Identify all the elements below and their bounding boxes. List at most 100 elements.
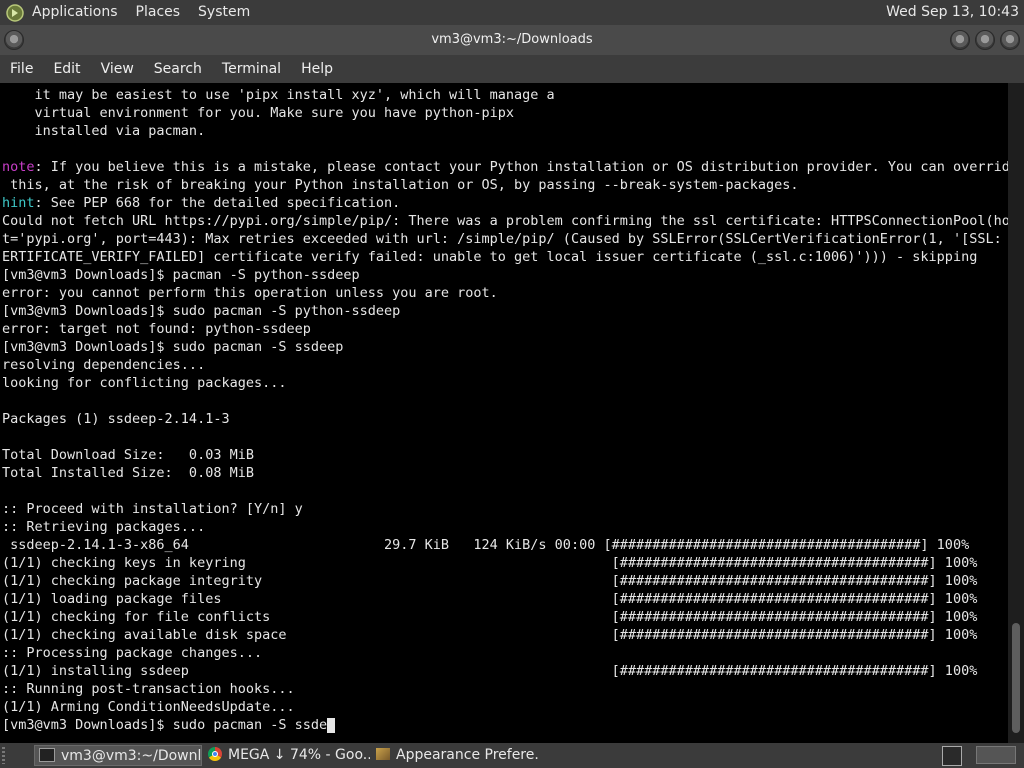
terminal-line-text: [vm3@vm3 Downloads]$ sudo pacman -S pyth… (2, 303, 401, 319)
window-title: vm3@vm3:~/Downloads (431, 32, 593, 47)
chrome-icon (208, 747, 222, 761)
terminal-line: ssdeep-2.14.1-3-x86_64 29.7 KiB 124 KiB/… (2, 536, 1008, 554)
menu-file[interactable]: File (0, 55, 43, 83)
terminal-line-text: :: Processing package changes... (2, 645, 263, 661)
terminal-line: :: Retrieving packages... (2, 518, 1008, 536)
mate-logo-icon[interactable] (6, 3, 24, 22)
terminal-line-text: : If you believe this is a mistake, plea… (34, 159, 1008, 175)
terminal-line: hint: See PEP 668 for the detailed speci… (2, 194, 1008, 212)
terminal-scrollbar[interactable] (1008, 83, 1024, 743)
terminal-line: virtual environment for you. Make sure y… (2, 104, 1008, 122)
maximize-button[interactable] (975, 30, 995, 50)
terminal-line: Could not fetch URL https://pypi.org/sim… (2, 212, 1008, 230)
terminal-line: :: Processing package changes... (2, 644, 1008, 662)
terminal-line: this, at the risk of breaking your Pytho… (2, 176, 1008, 194)
terminal-lines: it may be easiest to use 'pipx install x… (2, 86, 1008, 734)
terminal-line: ERTIFICATE_VERIFY_FAILED] certificate ve… (2, 248, 1008, 266)
terminal-line: looking for conflicting packages... (2, 374, 1008, 392)
scrollbar-thumb[interactable] (1012, 623, 1020, 733)
terminal-line: :: Proceed with installation? [Y/n] y (2, 500, 1008, 518)
terminal-line: [vm3@vm3 Downloads]$ pacman -S python-ss… (2, 266, 1008, 284)
terminal-line-text: :: Running post-transaction hooks... (2, 681, 295, 697)
terminal-line-text: this, at the risk of breaking your Pytho… (2, 177, 799, 193)
menu-search[interactable]: Search (144, 55, 212, 83)
terminal-line: t='pypi.org', port=443): Max retries exc… (2, 230, 1008, 248)
terminal-line: Total Download Size: 0.03 MiB (2, 446, 1008, 464)
terminal-line-text: (1/1) checking keys in keyring [########… (2, 555, 978, 571)
terminal-line: Packages (1) ssdeep-2.14.1-3 (2, 410, 1008, 428)
terminal-line: (1/1) checking package integrity [######… (2, 572, 1008, 590)
top-panel: Applications Places System Wed Sep 13, 1… (0, 0, 1024, 25)
clock[interactable]: Wed Sep 13, 10:43 (886, 0, 1019, 25)
terminal-line: resolving dependencies... (2, 356, 1008, 374)
hint-label: hint (2, 195, 35, 211)
appearance-icon (376, 748, 390, 760)
show-desktop-icon[interactable] (942, 746, 962, 766)
workspace-switcher[interactable] (976, 746, 1016, 764)
menu-view[interactable]: View (91, 55, 144, 83)
places-menu[interactable]: Places (136, 0, 181, 25)
panel-handle[interactable] (2, 747, 5, 764)
task-appearance[interactable]: Appearance Prefere... (372, 745, 538, 766)
terminal-line-text: error: you cannot perform this operation… (2, 285, 498, 301)
terminal-line-text: (1/1) Arming ConditionNeedsUpdate... (2, 699, 295, 715)
minimize-button[interactable] (950, 30, 970, 50)
terminal-line: error: target not found: python-ssdeep (2, 320, 1008, 338)
menu-help[interactable]: Help (291, 55, 343, 83)
terminal-line-text: installed via pacman. (2, 123, 206, 139)
terminal-output[interactable]: it may be easiest to use 'pipx install x… (0, 83, 1008, 743)
terminal-line-text: ERTIFICATE_VERIFY_FAILED] certificate ve… (2, 249, 978, 265)
terminal-line: Total Installed Size: 0.08 MiB (2, 464, 1008, 482)
menu-terminal[interactable]: Terminal (212, 55, 291, 83)
terminal-line: [vm3@vm3 Downloads]$ sudo pacman -S ssde (2, 716, 1008, 734)
terminal-line-text: Could not fetch URL https://pypi.org/sim… (2, 213, 1008, 229)
task-chrome[interactable]: MEGA ↓ 74% - Goo... (204, 745, 370, 766)
terminal-line-text: [vm3@vm3 Downloads]$ pacman -S python-ss… (2, 267, 360, 283)
terminal-line-text: Total Download Size: 0.03 MiB (2, 447, 254, 463)
terminal-menubar: File Edit View Search Terminal Help (0, 55, 1024, 83)
terminal-line-text: resolving dependencies... (2, 357, 206, 373)
terminal-line: error: you cannot perform this operation… (2, 284, 1008, 302)
terminal-line-text: [vm3@vm3 Downloads]$ sudo pacman -S ssde… (2, 339, 344, 355)
terminal-line-text: :: Proceed with installation? [Y/n] y (2, 501, 303, 517)
note-label: note (2, 159, 35, 175)
terminal-line: (1/1) Arming ConditionNeedsUpdate... (2, 698, 1008, 716)
terminal-line-text: Total Installed Size: 0.08 MiB (2, 465, 254, 481)
task-label: MEGA ↓ 74% - Goo... (228, 747, 370, 763)
terminal-line: (1/1) checking available disk space [###… (2, 626, 1008, 644)
terminal-line-text: Packages (1) ssdeep-2.14.1-3 (2, 411, 230, 427)
terminal-line: note: If you believe this is a mistake, … (2, 158, 1008, 176)
terminal-line: :: Running post-transaction hooks... (2, 680, 1008, 698)
terminal-line: (1/1) installing ssdeep [###############… (2, 662, 1008, 680)
terminal-line-text: it may be easiest to use 'pipx install x… (2, 87, 555, 103)
task-terminal[interactable]: vm3@vm3:~/Downl... (34, 745, 202, 766)
terminal-line-text: :: Retrieving packages... (2, 519, 206, 535)
terminal-line-text: ssdeep-2.14.1-3-x86_64 29.7 KiB 124 KiB/… (2, 537, 970, 553)
terminal-line: (1/1) checking keys in keyring [########… (2, 554, 1008, 572)
terminal-line-text: (1/1) installing ssdeep [###############… (2, 663, 978, 679)
menu-edit[interactable]: Edit (43, 55, 90, 83)
terminal-line-text: (1/1) loading package files [###########… (2, 591, 978, 607)
terminal-line: it may be easiest to use 'pipx install x… (2, 86, 1008, 104)
taskbar: vm3@vm3:~/Downl... MEGA ↓ 74% - Goo... A… (0, 743, 1024, 768)
task-label: vm3@vm3:~/Downl... (61, 748, 202, 764)
system-menu[interactable]: System (198, 0, 250, 25)
terminal-line-text: (1/1) checking available disk space [###… (2, 627, 978, 643)
terminal-line-text: (1/1) checking for file conflicts [#####… (2, 609, 978, 625)
terminal-line: [vm3@vm3 Downloads]$ sudo pacman -S pyth… (2, 302, 1008, 320)
terminal-line-text: looking for conflicting packages... (2, 375, 287, 391)
task-label: Appearance Prefere... (396, 747, 538, 763)
terminal-line-text: [vm3@vm3 Downloads]$ sudo pacman -S ssde (2, 717, 328, 733)
applications-menu[interactable]: Applications (32, 0, 118, 25)
close-button[interactable] (1000, 30, 1020, 50)
terminal-line-text: virtual environment for you. Make sure y… (2, 105, 515, 121)
terminal-line: [vm3@vm3 Downloads]$ sudo pacman -S ssde… (2, 338, 1008, 356)
terminal-line: installed via pacman. (2, 122, 1008, 140)
window-title-bar[interactable]: vm3@vm3:~/Downloads (0, 25, 1024, 55)
terminal-line-text: : See PEP 668 for the detailed specifica… (34, 195, 401, 211)
terminal-line-text: t='pypi.org', port=443): Max retries exc… (2, 231, 1008, 247)
